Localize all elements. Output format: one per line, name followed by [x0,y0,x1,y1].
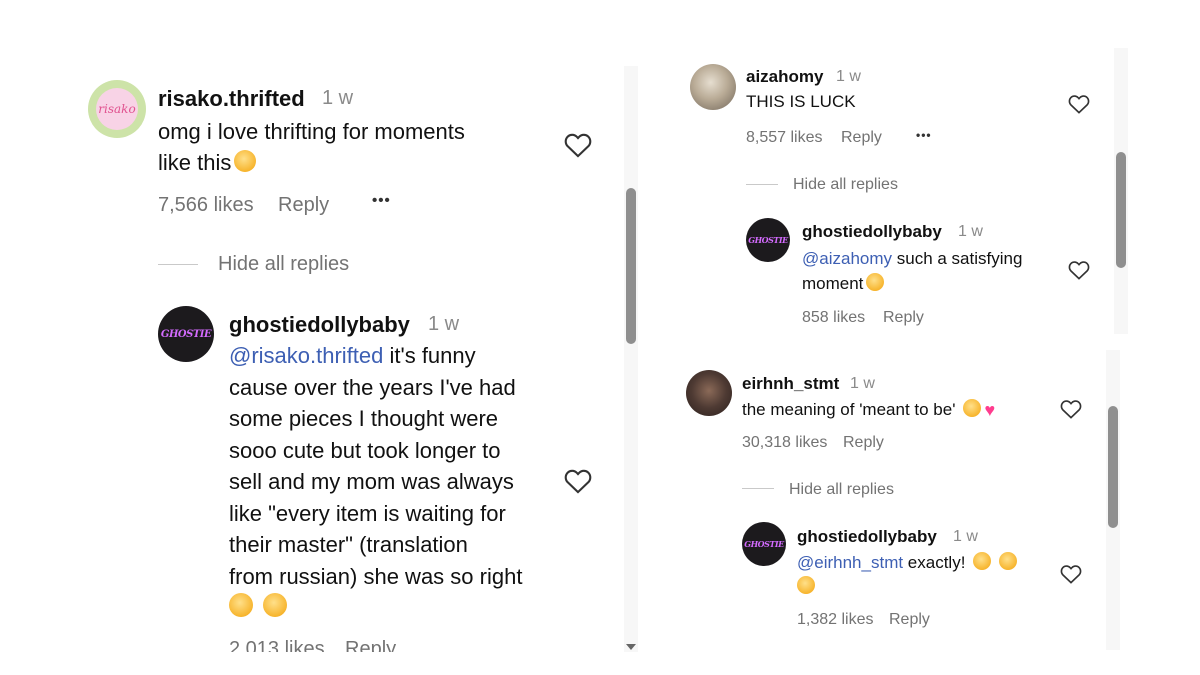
reply-username[interactable]: ghostiedollybaby [229,312,410,338]
left-comment-panel: risako risako.thrifted 1 w omg i love th… [70,62,648,652]
avatar[interactable]: GHOSTIE [158,306,214,362]
right-top-scrollbar[interactable] [1114,48,1128,334]
comment-reply-button[interactable]: Reply [841,129,882,147]
like-heart-icon[interactable] [564,132,592,158]
divider [158,264,198,265]
grinning-face-emoji [973,552,992,570]
like-heart-icon[interactable] [1068,94,1090,114]
like-heart-icon[interactable] [1060,564,1082,584]
avatar[interactable]: GHOSTIE [746,218,790,262]
grinning-face-emoji [999,552,1018,570]
mention-link[interactable]: @aizahomy [802,249,892,268]
pleading-face-emoji [963,399,982,417]
right-bottom-scrollbar[interactable] [1106,350,1120,650]
comment-time: 1 w [836,68,861,85]
like-heart-icon[interactable] [1060,399,1082,419]
right-top-comment-panel: aizahomy 1 w THIS IS LUCK 8,557 likes Re… [680,48,1134,334]
mention-link[interactable]: @risako.thrifted [229,343,383,368]
comment-text: THIS IS LUCK [746,92,856,111]
like-heart-icon[interactable] [564,468,592,494]
comment-time: 1 w [850,375,875,392]
reply-reply-button[interactable]: Reply [345,638,396,652]
more-options-icon[interactable]: ••• [372,192,391,209]
pleading-face-emoji [866,273,885,291]
avatar[interactable]: risako [88,80,146,138]
reply-text: @risako.thrifted it's funny cause over t… [229,340,559,624]
avatar-logo-text: GHOSTIE [160,328,212,340]
hide-replies-button[interactable]: Hide all replies [789,481,894,499]
comment-likes[interactable]: 8,557 likes [746,129,823,147]
avatar-logo-text: GHOSTIE [748,235,788,245]
reply-time: 1 w [428,313,460,335]
comment-time: 1 w [322,87,354,109]
like-heart-icon[interactable] [1068,260,1090,280]
scroll-thumb[interactable] [1108,406,1118,528]
loudly-crying-face-emoji [229,593,253,617]
avatar-logo-text: risako [98,102,136,116]
grinning-face-emoji [797,576,815,594]
reply-username[interactable]: ghostiedollybaby [802,222,942,242]
comment-likes[interactable]: 30,318 likes [742,434,827,452]
pleading-face-emoji [234,150,257,172]
right-bottom-comment-panel: eirhnh_stmt 1 w the meaning of 'meant to… [676,350,1124,650]
mention-link[interactable]: @eirhnh_stmt [797,553,903,572]
reply-text: @eirhnh_stmt exactly! [797,551,1047,599]
reply-likes[interactable]: 1,382 likes [797,611,874,629]
comment-reply-button[interactable]: Reply [843,434,884,452]
reply-time: 1 w [953,528,978,545]
hide-replies-button[interactable]: Hide all replies [793,176,898,194]
avatar[interactable]: GHOSTIE [742,522,786,566]
loudly-crying-face-emoji [263,593,287,617]
reply-likes[interactable]: 858 likes [802,309,865,327]
comment-username[interactable]: risako.thrifted [158,86,305,112]
reply-time: 1 w [958,223,983,240]
comment-likes[interactable]: 7,566 likes [158,194,254,217]
scroll-down-arrow-icon[interactable] [626,644,636,650]
divider [742,488,774,489]
avatar[interactable] [690,64,736,110]
scroll-thumb[interactable] [626,188,636,344]
comment-reply-button[interactable]: Reply [278,194,329,217]
scroll-thumb[interactable] [1116,152,1126,268]
reply-reply-button[interactable]: Reply [883,309,924,327]
avatar-logo-text: GHOSTIE [744,539,784,549]
comment-text: omg i love thrifting for moments like th… [158,119,465,175]
comment-text: the meaning of 'meant to be' ♥ [742,399,996,420]
reply-username[interactable]: ghostiedollybaby [797,527,937,547]
reply-likes[interactable]: 2,013 likes [229,638,325,652]
comment-username[interactable]: eirhnh_stmt [742,374,839,394]
divider [746,184,778,185]
avatar[interactable] [686,370,732,416]
hide-replies-button[interactable]: Hide all replies [218,253,349,276]
more-options-icon[interactable]: ••• [916,128,932,142]
pink-heart-emoji: ♥ [984,400,996,420]
comment-username[interactable]: aizahomy [746,67,823,87]
reply-reply-button[interactable]: Reply [889,611,930,629]
reply-text: @aizahomy such a satisfying moment [802,249,1023,293]
left-scrollbar[interactable] [624,66,638,652]
